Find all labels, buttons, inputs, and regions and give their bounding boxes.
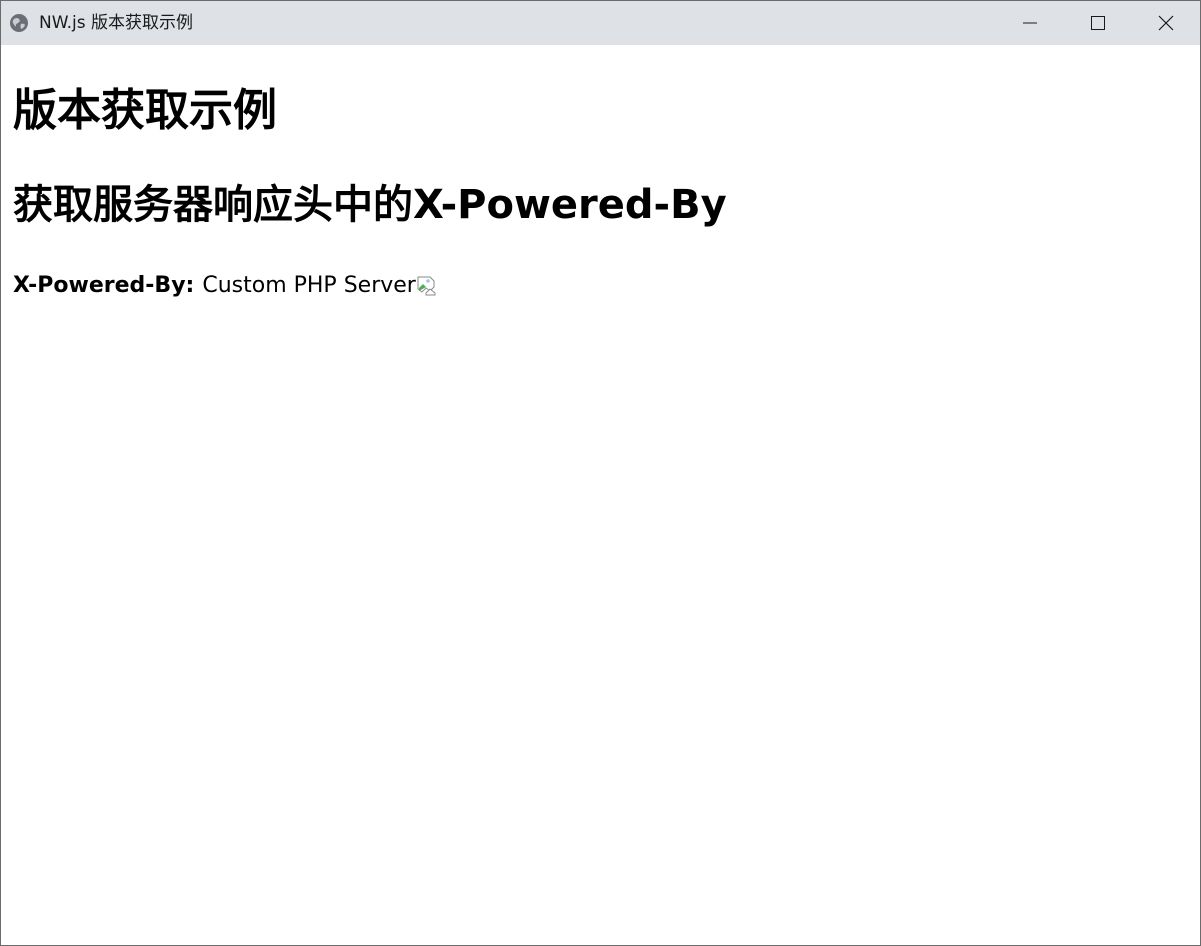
maximize-button[interactable] — [1064, 1, 1132, 45]
header-label: X-Powered-By: — [13, 273, 195, 298]
close-icon — [1158, 15, 1174, 31]
page-content: 版本获取示例 获取服务器响应头中的X-Powered-By X-Powered-… — [1, 45, 1200, 945]
app-window: NW.js 版本获取示例 版本获取示例 获取服务器响应头中的X-Powered-… — [0, 0, 1201, 946]
header-value: Custom PHP Server — [202, 273, 416, 298]
page-title: 版本获取示例 — [13, 85, 277, 136]
minimize-button[interactable] — [996, 1, 1064, 45]
section-heading: 获取服务器响应头中的X-Powered-By — [13, 182, 727, 228]
header-info-line: X-Powered-By: Custom PHP Server — [13, 270, 438, 302]
close-button[interactable] — [1132, 1, 1200, 45]
window-title: NW.js 版本获取示例 — [39, 13, 193, 33]
window-controls — [996, 1, 1200, 45]
title-bar[interactable]: NW.js 版本获取示例 — [1, 1, 1200, 45]
maximize-icon — [1091, 16, 1105, 30]
broken-image-icon — [416, 275, 438, 297]
minimize-icon — [1023, 22, 1037, 24]
globe-icon — [9, 13, 29, 33]
